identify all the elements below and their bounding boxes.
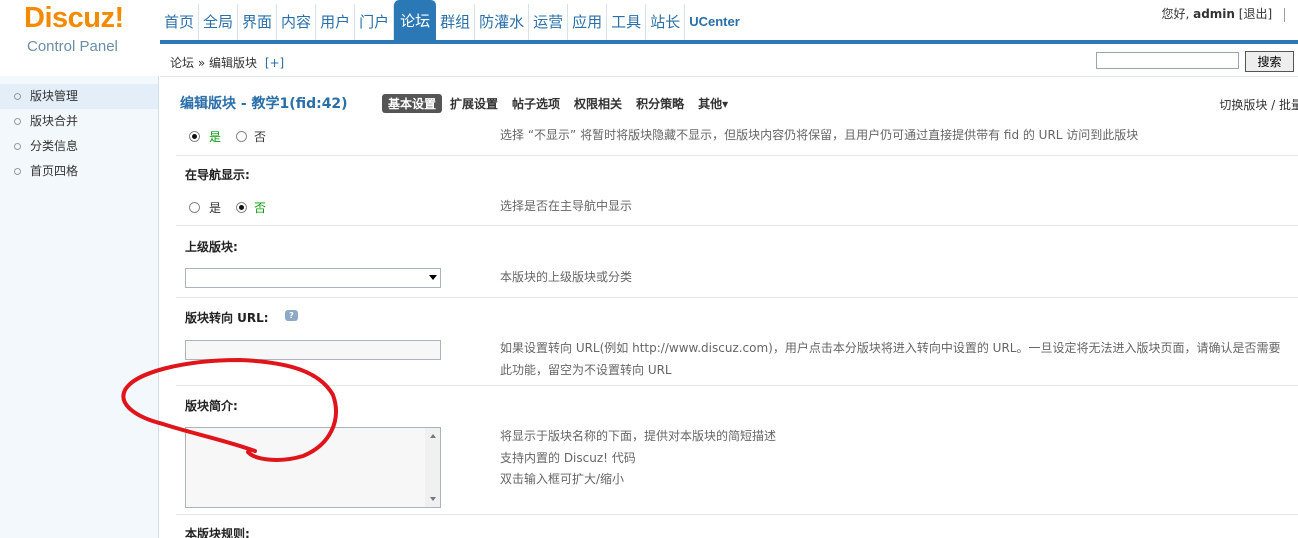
logo-subtitle: Control Panel [27,38,118,55]
nav-ucenter[interactable]: UCenter [685,4,744,40]
switch-forum-link[interactable]: 切换版块 / 批量 [1219,96,1298,113]
greeting: 您好, [1161,7,1190,21]
radio-display-yes[interactable] [189,131,200,142]
radio-label-no: 否 [254,201,267,215]
field-label: 在导航显示: [185,168,250,182]
redirect-tip-line2: 此功能，留空为不设置转向 URL [500,363,672,377]
main-content: 编辑版块 - 教学1(fid:42) 基本设置 扩展设置 帖子选项 权限相关 积… [160,77,1298,538]
sidebar-item-forum-manage[interactable]: 版块管理 [0,84,158,109]
redirect-tip-line1: 如果设置转向 URL(例如 http://www.discuz.com)，用户点… [500,341,1281,355]
field-label: 本版块规则: [185,527,250,538]
field-label: 上级版块: [185,240,238,254]
logout-link[interactable]: [退出] [1239,7,1272,21]
nav-global[interactable]: 全局 [199,4,239,40]
tab-permissions[interactable]: 权限相关 [568,94,628,113]
nav-content[interactable]: 内容 [277,4,317,40]
sidebar-item-label: 版块管理 [30,89,79,103]
nav-display-tip: 选择是否在主导航中显示 [500,199,633,213]
description-textarea[interactable] [185,427,441,508]
radio-label-yes: 是 [209,130,222,144]
nav-founder[interactable]: 站长 [646,4,686,40]
form-row-parent: 上级版块: 本版块的上级版块或分类 [176,225,1298,298]
nav-users[interactable]: 用户 [316,4,356,40]
radio-nav-no[interactable] [236,202,247,213]
nav-operations[interactable]: 运营 [529,4,569,40]
bullet-icon [14,168,21,175]
chevron-down-icon [429,275,437,280]
bullet-icon [14,93,21,100]
user-box: 您好, admin [退出] [1161,5,1285,22]
username: admin [1193,7,1235,21]
description-tip-line1: 将显示于版块名称的下面，提供对本版块的简短描述 [500,429,777,443]
bullet-icon [14,118,21,125]
scroll-up-icon[interactable] [430,434,436,438]
search-button[interactable]: 搜索 [1245,51,1294,72]
scroll-down-icon[interactable] [430,497,436,501]
radio-display-no[interactable] [236,131,247,142]
nav-tools[interactable]: 工具 [607,4,647,40]
sidebar-item-forum-merge[interactable]: 版块合并 [0,109,158,134]
scrollbar[interactable] [425,428,440,507]
add-shortcut-link[interactable]: [+] [265,56,284,70]
radio-label-yes: 是 [209,201,222,215]
page-header: 编辑版块 - 教学1(fid:42) [180,93,348,113]
radio-label-no: 否 [254,130,267,144]
logo: Discuz! Control Panel [0,0,158,60]
page-title: 编辑版块 - 教学1(fid:42) [180,96,348,112]
nav-antispam[interactable]: 防灌水 [475,4,530,40]
radio-nav-yes[interactable] [189,202,200,213]
search-input[interactable] [1096,52,1239,69]
bullet-icon [14,143,21,150]
form-row-redirect: 版块转向 URL: ? 如果设置转向 URL(例如 http://www.dis… [176,297,1298,386]
form-row-display: 是 否 选择 “不显示” 将暂时将版块隐藏不显示，但版块内容仍将保留，且用户仍可… [176,117,1298,155]
field-label: 版块转向 URL: [185,311,269,325]
tab-credits[interactable]: 积分策略 [630,94,690,113]
description-tip-line3: 双击输入框可扩大/缩小 [500,472,625,486]
tab-post-options[interactable]: 帖子选项 [506,94,566,113]
nav-apps[interactable]: 应用 [568,4,608,40]
settings-tabs: 基本设置 扩展设置 帖子选项 权限相关 积分策略 其他▾ [382,94,736,113]
description-tip-line2: 支持内置的 Discuz! 代码 [500,451,636,465]
top-nav: 首页 全局 界面 内容 用户 门户 论坛 群组 防灌水 运营 应用 工具 站长 … [160,0,744,40]
nav-style[interactable]: 界面 [238,4,278,40]
redirect-url-input[interactable] [185,340,441,360]
nav-home[interactable]: 首页 [160,4,200,40]
sidebar-item-label: 版块合并 [30,114,79,128]
sidebar: 版块管理 版块合并 分类信息 首页四格 [0,76,159,538]
form-row-rules: 本版块规则: [176,514,1298,538]
help-icon[interactable]: ? [285,310,298,321]
display-tip: 选择 “不显示” 将暂时将版块隐藏不显示，但版块内容仍将保留，且用户仍可通过直接… [500,128,1139,142]
parent-tip: 本版块的上级版块或分类 [500,270,633,284]
nav-groups[interactable]: 群组 [436,4,476,40]
divider [1284,7,1285,22]
form-row-nav-display: 在导航显示: 是 否 选择是否在主导航中显示 [176,155,1298,226]
parent-forum-select[interactable] [185,268,441,288]
tab-extended[interactable]: 扩展设置 [444,94,504,113]
sidebar-item-thread-types[interactable]: 分类信息 [0,134,158,159]
sidebar-item-label: 首页四格 [30,164,79,178]
nav-portal[interactable]: 门户 [355,4,395,40]
form-row-description: 版块简介: 将显示于版块名称的下面，提供对本版块的简短描述 支持内置的 Disc… [176,385,1298,515]
field-label: 版块简介: [185,399,238,413]
logo-wordmark: Discuz! [24,2,124,34]
breadcrumb: 论坛 » 编辑版块 [+] [170,54,284,71]
tab-other-dropdown[interactable]: 其他▾ [692,94,734,113]
breadcrumb-path[interactable]: 论坛 » 编辑版块 [170,56,257,70]
breadcrumb-bar: 论坛 » 编辑版块 [+] 搜索 [160,44,1298,77]
tab-basic[interactable]: 基本设置 [382,94,443,113]
sidebar-item-grid[interactable]: 首页四格 [0,159,158,184]
nav-forum[interactable]: 论坛 [394,0,437,40]
sidebar-item-label: 分类信息 [30,139,79,153]
